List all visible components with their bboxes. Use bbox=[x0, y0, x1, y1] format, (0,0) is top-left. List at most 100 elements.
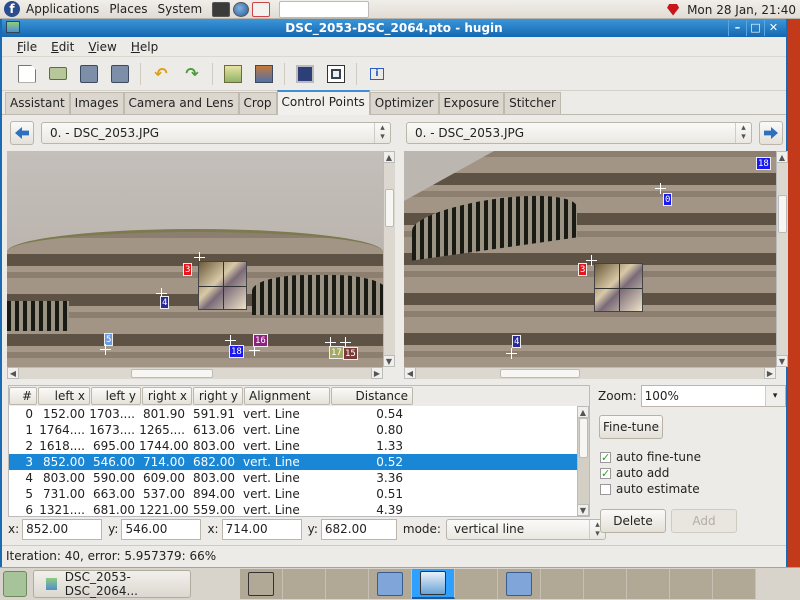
right-image-panel[interactable]: 18 0 3 4 ▲ ▼ ◀ ▶ bbox=[404, 151, 788, 379]
undo-button[interactable]: ↶ bbox=[150, 63, 172, 85]
left-vertical-scrollbar[interactable]: ▲ ▼ bbox=[383, 151, 395, 367]
table-row[interactable]: 5 731.00 663.00 537.00 894.00 vert. Line 0.51 bbox=[9, 486, 589, 502]
left-image-select[interactable]: 0. - DSC_2053.JPG ▴ ▾ bbox=[41, 122, 391, 144]
info-button[interactable]: i bbox=[366, 63, 388, 85]
help-book-icon[interactable] bbox=[252, 1, 271, 17]
right-photo[interactable]: 18 0 3 4 bbox=[404, 151, 776, 367]
workspace-1[interactable] bbox=[240, 569, 283, 599]
workspace-3[interactable] bbox=[326, 569, 369, 599]
fedora-logo-icon[interactable]: f bbox=[4, 1, 20, 17]
scroll-left-icon[interactable]: ◀ bbox=[404, 367, 416, 379]
scrollbar-thumb[interactable] bbox=[500, 369, 580, 378]
web-browser-icon[interactable] bbox=[233, 1, 250, 17]
scrollbar-thumb[interactable] bbox=[579, 418, 588, 458]
control-point-marker[interactable]: 17 bbox=[329, 346, 344, 359]
workspace-2[interactable] bbox=[283, 569, 326, 599]
control-point-marker[interactable]: 4 bbox=[512, 335, 522, 348]
left-horizontal-scrollbar[interactable]: ◀ ▶ bbox=[7, 367, 383, 379]
tab-stitcher[interactable]: Stitcher bbox=[504, 92, 561, 114]
hugin-app-icon[interactable] bbox=[6, 21, 20, 33]
maximize-button[interactable]: □ bbox=[746, 20, 764, 36]
control-point-marker[interactable]: 0 bbox=[663, 193, 673, 206]
new-project-button[interactable] bbox=[16, 63, 38, 85]
open-project-button[interactable] bbox=[47, 63, 69, 85]
scroll-down-icon[interactable]: ▼ bbox=[776, 355, 788, 367]
menu-edit[interactable]: Edit bbox=[51, 40, 74, 54]
control-point-marker[interactable]: 16 bbox=[253, 334, 268, 347]
table-row[interactable]: 0 152.00 1703.... 801.90 591.91 vert. Line 0.5… bbox=[9, 406, 589, 422]
left-image-panel[interactable]: 3 4 5 18 16 17 15 ▲ ▼ ◀ ▶ bbox=[7, 151, 395, 379]
table-row[interactable]: 3 852.00 546.00 714.00 682.00 vert. Line 0.52 bbox=[9, 454, 589, 470]
column-header-left-y[interactable]: left y bbox=[91, 387, 141, 405]
cp-table-button[interactable] bbox=[325, 63, 347, 85]
table-vertical-scrollbar[interactable]: ▲ ▼ bbox=[577, 406, 589, 516]
column-header-right-x[interactable]: right x bbox=[142, 387, 192, 405]
scroll-up-icon[interactable]: ▲ bbox=[577, 406, 589, 418]
scrollbar-thumb[interactable] bbox=[131, 369, 213, 378]
tab-control-points[interactable]: Control Points bbox=[276, 90, 370, 115]
delete-button[interactable]: Delete bbox=[600, 509, 666, 533]
menu-file[interactable]: File bbox=[17, 40, 37, 54]
column-header-left-x[interactable]: left x bbox=[38, 387, 90, 405]
previous-image-button[interactable] bbox=[10, 121, 34, 145]
redo-button[interactable]: ↷ bbox=[181, 63, 203, 85]
workspace-8[interactable] bbox=[541, 569, 584, 599]
menu-view[interactable]: View bbox=[88, 40, 116, 54]
control-point-marker[interactable]: 3 bbox=[183, 263, 193, 276]
add-button[interactable]: Add bbox=[671, 509, 737, 533]
left-y-field[interactable]: 546.00 bbox=[121, 518, 202, 540]
scroll-down-icon[interactable]: ▼ bbox=[577, 504, 589, 516]
tab-exposure[interactable]: Exposure bbox=[438, 92, 505, 114]
fine-tune-button[interactable]: Fine-tune bbox=[599, 415, 663, 439]
places-menu[interactable]: Places bbox=[109, 2, 147, 16]
left-x-field[interactable]: 852.00 bbox=[22, 518, 103, 540]
chevron-down-icon[interactable]: ▾ bbox=[764, 386, 785, 406]
minimize-button[interactable]: – bbox=[728, 20, 746, 36]
taskbar-window-button[interactable]: DSC_2053-DSC_2064... bbox=[33, 570, 191, 598]
tab-camera-and-lens[interactable]: Camera and Lens bbox=[123, 92, 239, 114]
column-header-distance[interactable]: Distance bbox=[331, 387, 413, 405]
add-time-series-button[interactable] bbox=[253, 63, 275, 85]
table-row[interactable]: 1 1764.... 1673.... 1265.... 613.06 vert. Lin… bbox=[9, 422, 589, 438]
scroll-down-icon[interactable]: ▼ bbox=[383, 355, 395, 367]
workspace-12[interactable] bbox=[713, 569, 756, 599]
scrollbar-thumb[interactable] bbox=[385, 189, 394, 227]
scroll-up-icon[interactable]: ▲ bbox=[383, 151, 395, 163]
auto-fine-tune-checkbox[interactable]: ✓ auto fine-tune bbox=[600, 450, 701, 464]
scroll-up-icon[interactable]: ▲ bbox=[776, 151, 788, 163]
terminal-icon[interactable] bbox=[212, 1, 231, 17]
workspace-5[interactable] bbox=[412, 569, 455, 599]
table-row[interactable]: 2 1618.... 695.00 1744.00 803.00 vert. Line 1.… bbox=[9, 438, 589, 454]
tab-images[interactable]: Images bbox=[69, 92, 124, 114]
right-y-field[interactable]: 682.00 bbox=[320, 518, 397, 540]
applications-menu[interactable]: Applications bbox=[26, 2, 99, 16]
tab-crop[interactable]: Crop bbox=[238, 92, 277, 114]
update-notifier-icon[interactable] bbox=[667, 3, 680, 16]
right-image-select[interactable]: 0. - DSC_2053.JPG ▴ ▾ bbox=[406, 122, 752, 144]
workspace-10[interactable] bbox=[627, 569, 670, 599]
workspace-11[interactable] bbox=[670, 569, 713, 599]
control-point-marker[interactable]: 4 bbox=[160, 296, 170, 309]
scroll-right-icon[interactable]: ▶ bbox=[371, 367, 383, 379]
workspace-9[interactable] bbox=[584, 569, 627, 599]
auto-add-checkbox[interactable]: ✓ auto add bbox=[600, 466, 669, 480]
workspace-4[interactable] bbox=[369, 569, 412, 599]
column-header-index[interactable]: # bbox=[9, 387, 37, 405]
zoom-select[interactable]: 100% ▾ bbox=[640, 385, 786, 407]
control-point-marker[interactable]: 3 bbox=[578, 263, 588, 276]
right-x-field[interactable]: 714.00 bbox=[221, 518, 302, 540]
tab-assistant[interactable]: Assistant bbox=[5, 92, 70, 114]
save-project-button[interactable] bbox=[78, 63, 100, 85]
scrollbar-thumb[interactable] bbox=[778, 195, 787, 233]
control-point-marker[interactable]: 18 bbox=[756, 157, 771, 170]
workspace-7[interactable] bbox=[498, 569, 541, 599]
scroll-right-icon[interactable]: ▶ bbox=[764, 367, 776, 379]
control-point-marker[interactable]: 18 bbox=[229, 345, 244, 358]
save-as-button[interactable] bbox=[109, 63, 131, 85]
workspace-6[interactable] bbox=[455, 569, 498, 599]
tab-optimizer[interactable]: Optimizer bbox=[369, 92, 439, 114]
add-images-button[interactable] bbox=[222, 63, 244, 85]
panel-search-input[interactable] bbox=[279, 0, 370, 18]
preview-button[interactable] bbox=[294, 63, 316, 85]
control-points-table[interactable]: # left x left y right x right y Alignmen… bbox=[8, 385, 590, 517]
